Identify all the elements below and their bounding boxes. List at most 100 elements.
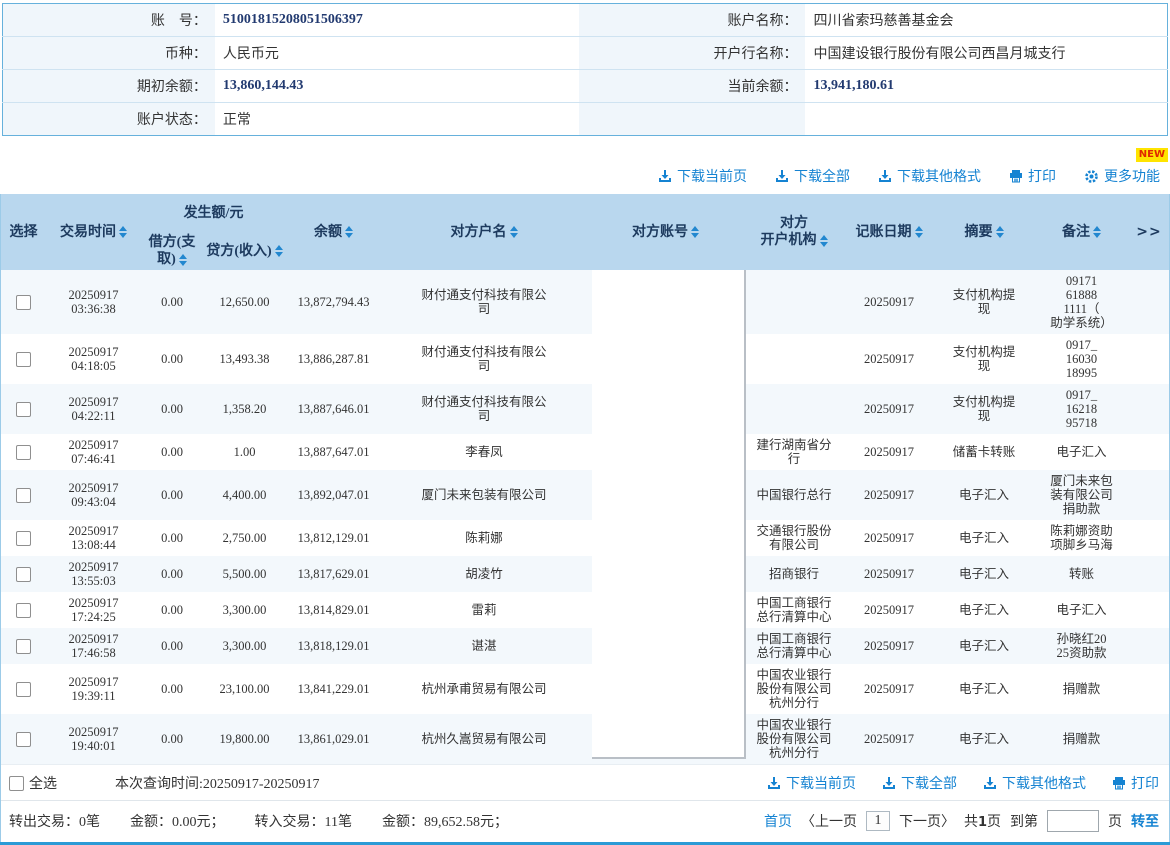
row-checkbox[interactable] <box>16 603 31 618</box>
cell-transaction-time: 20250917 19:40:01 <box>46 714 141 764</box>
more-functions-link[interactable]: 更多功能 <box>1084 166 1160 186</box>
sort-icon[interactable] <box>179 254 187 266</box>
header-transaction-time[interactable]: 交易时间 <box>46 194 141 270</box>
sort-icon[interactable] <box>820 235 828 247</box>
row-checkbox[interactable] <box>16 639 31 654</box>
download-all-link[interactable]: 下载全部 <box>775 166 850 186</box>
cell-posting-date: 20250917 <box>844 628 934 664</box>
row-checkbox[interactable] <box>16 488 31 503</box>
cell-more <box>1129 384 1169 434</box>
header-debit[interactable]: 借方(支取) <box>141 232 203 270</box>
cell-balance: 13,886,287.81 <box>286 334 381 384</box>
cell-debit: 0.00 <box>141 628 203 664</box>
select-all-checkbox[interactable] <box>9 776 24 791</box>
cell-summary: 电子汇入 <box>934 470 1034 520</box>
table-row: 20250917 03:36:38 0.00 12,650.00 13,872,… <box>1 270 1169 334</box>
download-all-label: 下载全部 <box>794 166 850 186</box>
download-other-format-link[interactable]: 下载其他格式 <box>878 166 981 186</box>
row-checkbox[interactable] <box>16 445 31 460</box>
row-checkbox[interactable] <box>16 732 31 747</box>
header-remark[interactable]: 备注 <box>1034 194 1129 270</box>
row-checkbox[interactable] <box>16 402 31 417</box>
row-checkbox[interactable] <box>16 295 31 310</box>
goto-prefix-label: 到第 <box>1010 811 1038 831</box>
cell-counterparty-name: 财付通支付科技有限公 司 <box>381 270 587 334</box>
header-balance[interactable]: 余额 <box>286 194 381 270</box>
cell-counterparty-bank <box>744 270 844 334</box>
sort-icon[interactable] <box>996 226 1004 238</box>
cell-transaction-time: 20250917 07:46:41 <box>46 434 141 470</box>
sort-icon[interactable] <box>1093 226 1101 238</box>
cell-balance: 13,887,646.01 <box>286 384 381 434</box>
sort-icon[interactable] <box>275 245 283 257</box>
cell-counterparty-bank: 招商银行 <box>744 556 844 592</box>
sort-icon[interactable] <box>510 226 518 238</box>
sort-icon[interactable] <box>119 226 127 238</box>
download-icon <box>983 776 997 790</box>
cell-posting-date: 20250917 <box>844 434 934 470</box>
new-badge: NEW <box>1136 148 1168 162</box>
sort-icon[interactable] <box>691 226 699 238</box>
table-row: 20250917 07:46:41 0.00 1.00 13,887,647.0… <box>1 434 1169 470</box>
empty-label <box>579 103 805 136</box>
cell-remark: 09171 61888 1111（ 助学系统） <box>1034 270 1129 334</box>
cell-remark: 孙晓红20 25资助款 <box>1034 628 1129 664</box>
cell-remark: 陈莉娜资助 项脚乡马海 <box>1034 520 1129 556</box>
download-current-page-label: 下载当前页 <box>677 166 747 186</box>
header-counterparty-account[interactable]: 对方账号 <box>587 194 744 270</box>
account-status-label: 账户状态： <box>3 103 215 136</box>
header-credit[interactable]: 贷方(收入) <box>203 232 286 270</box>
row-select-cell <box>1 556 46 592</box>
download-current-page-link[interactable]: 下载当前页 <box>658 166 747 186</box>
row-checkbox[interactable] <box>16 567 31 582</box>
currency-label: 币种： <box>3 37 215 70</box>
cell-more <box>1129 556 1169 592</box>
more-columns-button[interactable]: >> <box>1129 194 1169 270</box>
header-summary[interactable]: 摘要 <box>934 194 1034 270</box>
download-other-format-link[interactable]: 下载其他格式 <box>983 773 1086 793</box>
print-link[interactable]: 打印 <box>1112 773 1159 793</box>
download-all-link[interactable]: 下载全部 <box>882 773 957 793</box>
cell-debit: 0.00 <box>141 470 203 520</box>
cell-transaction-time: 20250917 03:36:38 <box>46 270 141 334</box>
table-row: 20250917 13:55:03 0.00 5,500.00 13,817,6… <box>1 556 1169 592</box>
row-select-cell <box>1 384 46 434</box>
download-current-page-link[interactable]: 下载当前页 <box>767 773 856 793</box>
cell-transaction-time: 20250917 09:43:04 <box>46 470 141 520</box>
goto-page-input[interactable] <box>1047 810 1099 832</box>
cell-remark: 厦门未来包 装有限公司 捐助款 <box>1034 470 1129 520</box>
bank-branch-label: 开户行名称： <box>579 37 805 70</box>
sort-icon[interactable] <box>345 226 353 238</box>
first-page-link[interactable]: 首页 <box>764 811 792 831</box>
cell-credit: 19,800.00 <box>203 714 286 764</box>
header-counterparty-bank[interactable]: 对方 开户机构 <box>744 194 844 270</box>
goto-button[interactable]: 转至 <box>1131 811 1159 831</box>
row-select-cell <box>1 664 46 714</box>
cell-counterparty-bank <box>744 334 844 384</box>
table-row: 20250917 19:39:11 0.00 23,100.00 13,841,… <box>1 664 1169 714</box>
download-icon <box>882 776 896 790</box>
row-checkbox[interactable] <box>16 531 31 546</box>
header-posting-date[interactable]: 记账日期 <box>844 194 934 270</box>
header-counterparty-name[interactable]: 对方户名 <box>381 194 587 270</box>
cell-balance: 13,812,129.01 <box>286 520 381 556</box>
cell-counterparty-name: 李春凤 <box>381 434 587 470</box>
current-balance-value: 13,941,180.61 <box>805 70 1167 103</box>
empty-value <box>805 103 1167 136</box>
toolbar: 下载当前页 下载全部 下载其他格式 打印 NEW 更多功能 <box>0 136 1170 194</box>
opening-balance-label: 期初余额： <box>3 70 215 103</box>
prev-page-button[interactable]: 〈上一页 <box>801 811 857 831</box>
next-page-button[interactable]: 下一页〉 <box>899 811 955 831</box>
print-link[interactable]: 打印 <box>1009 166 1056 186</box>
row-checkbox[interactable] <box>16 352 31 367</box>
cell-more <box>1129 664 1169 714</box>
select-all[interactable]: 全选 <box>9 773 57 793</box>
cell-remark: 电子汇入 <box>1034 592 1129 628</box>
sort-icon[interactable] <box>915 226 923 238</box>
row-checkbox[interactable] <box>16 682 31 697</box>
footer-summary-row: 转出交易：0笔金额：0.00元；转入交易：11笔金额：89,652.58元； 首… <box>1 800 1169 842</box>
current-balance-label: 当前余额： <box>579 70 805 103</box>
cell-debit: 0.00 <box>141 664 203 714</box>
cell-posting-date: 20250917 <box>844 592 934 628</box>
cell-transaction-time: 20250917 13:55:03 <box>46 556 141 592</box>
